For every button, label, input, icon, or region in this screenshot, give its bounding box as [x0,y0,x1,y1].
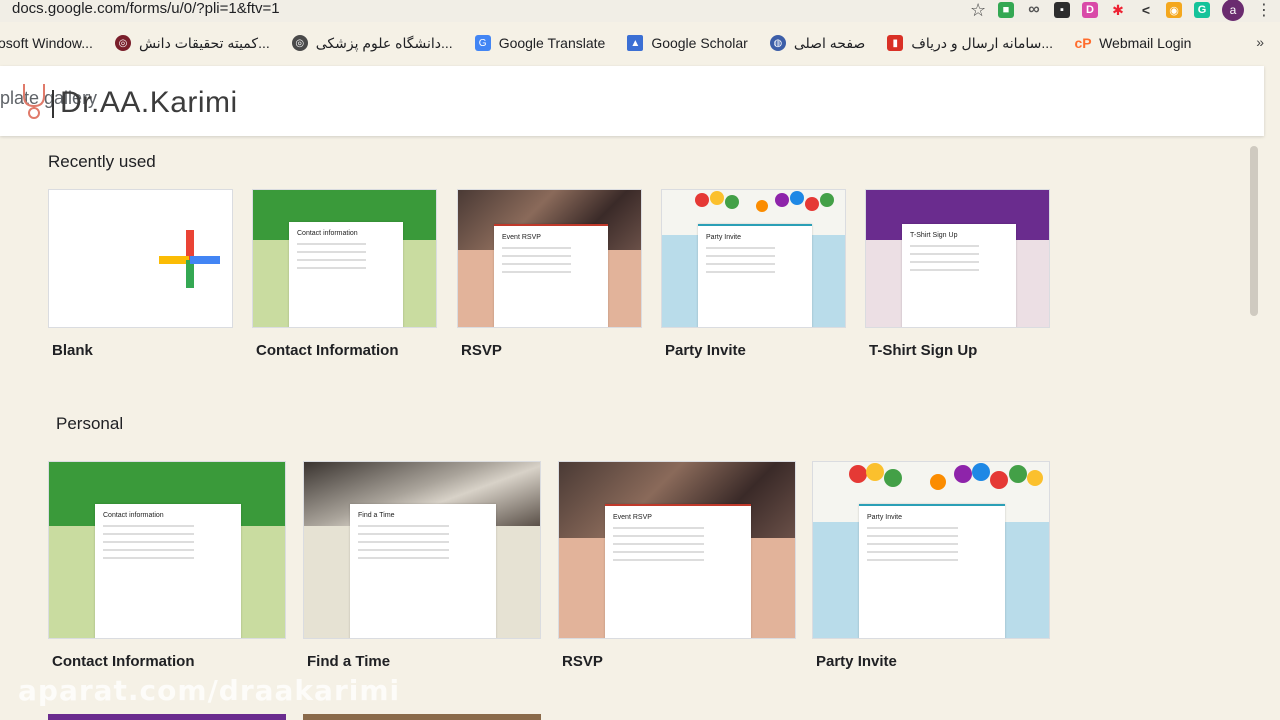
browser-menu-icon[interactable]: ⋮ [1256,0,1272,20]
globe-icon: ◍ [769,35,786,51]
bookmark-label: صفحه اصلی [793,34,866,51]
bookmarks-overflow-icon[interactable]: » [1256,34,1264,50]
header-divider [52,90,54,118]
bookmark-item[interactable]: G Google Translate [474,35,606,51]
chrome-extension-icon[interactable]: ◉ [1166,2,1182,18]
url-field[interactable]: docs.google.com/forms/u/0/?pli=1&ftv=1 [12,0,280,18]
template-label[interactable]: RSVP [461,342,502,359]
cpanel-icon: cP [1074,35,1092,51]
template-card-party-invite[interactable]: Party Invite [661,189,846,328]
form-preview: Find a Time [350,504,496,638]
infinity-extension-icon[interactable]: ∞ [1026,1,1042,18]
template-card-blank[interactable] [48,189,233,328]
form-preview: Party Invite [859,504,1005,638]
form-preview-title: Contact information [103,512,164,519]
bookmark-item[interactable]: ◍ صفحه اصلی [769,34,866,52]
browser-address-bar: docs.google.com/forms/u/0/?pli=1&ftv=1 ☆… [0,0,1280,22]
form-preview-title: Event RSVP [502,234,541,241]
profile-avatar[interactable]: a [1222,0,1244,21]
bookmark-item[interactable]: cP Webmail Login [1074,35,1192,51]
form-preview: Contact information [289,222,403,327]
form-preview: Event RSVP [494,224,608,327]
watermark-name: Dr.AA.Karimi [60,86,238,119]
form-preview-title: Party Invite [706,234,742,241]
section-title-recently-used: Recently used [48,152,156,171]
bookmark-item[interactable]: osoft Window... [0,35,93,51]
template-label[interactable]: T-Shirt Sign Up [869,342,977,359]
bookmark-item[interactable]: ◎ دانشگاه علوم پزشکی... [291,34,453,52]
form-preview-title: Contact information [297,230,358,237]
form-preview: Party Invite [698,224,812,327]
bookmarks-bar: osoft Window... ◎ کمیته تحقیقات دانش... … [0,31,1280,55]
google-scholar-icon: ▲ [627,35,644,51]
video-watermark: aparat.com/draakarimi [18,674,401,707]
google-translate-icon: G [474,35,491,51]
form-preview-title: Party Invite [867,514,903,521]
bookmark-label: کمیته تحقیقات دانش... [138,34,270,51]
browser-toolbar-icons: ☆ ■ ∞ ▪ D ✱ < ◉ G a ⋮ [970,0,1272,21]
form-preview-title: T-Shirt Sign Up [910,232,958,239]
bookmark-label: Webmail Login [1099,35,1192,51]
form-preview: Contact information [95,504,241,638]
template-card-rsvp[interactable]: Event RSVP [558,461,796,639]
bookmark-item[interactable]: ▲ Google Scholar [627,35,748,51]
form-preview: T-Shirt Sign Up [902,224,1016,327]
bookmark-label: Google Scholar [651,35,748,51]
extension-d-icon[interactable]: D [1082,2,1098,18]
bookmark-label: osoft Window... [0,35,93,51]
share-icon[interactable]: < [1138,2,1154,18]
template-label[interactable]: Party Invite [816,653,897,670]
form-preview-title: Find a Time [358,512,395,519]
stethoscope-logo-icon [23,84,45,119]
form-preview: Event RSVP [605,504,751,638]
grammarly-icon[interactable]: G [1194,2,1210,18]
forms-header: plate gallery Dr.AA.Karimi [0,66,1264,136]
university-logo-icon: ◎ [291,35,308,51]
template-card-find-a-time[interactable]: Find a Time [303,461,541,639]
template-card-peek[interactable] [303,714,541,720]
bookmark-red-icon: ▮ [887,35,904,51]
plus-icon [159,230,220,288]
template-card-contact-information[interactable]: Contact information [252,189,437,328]
template-card-rsvp[interactable]: Event RSVP [457,189,642,328]
template-label[interactable]: Find a Time [307,653,390,670]
slack-extension-icon[interactable]: ✱ [1110,2,1126,18]
extension-icon[interactable]: ▪ [1054,2,1070,18]
template-label[interactable]: Blank [52,342,93,359]
section-title-personal: Personal [56,414,124,433]
template-label[interactable]: RSVP [562,653,603,670]
form-preview-title: Event RSVP [613,514,652,521]
template-card-contact-information[interactable]: Contact information [48,461,286,639]
scrollbar[interactable] [1250,146,1258,316]
template-label[interactable]: Contact Information [256,342,399,359]
template-card-t-shirt-sign-up[interactable]: T-Shirt Sign Up [865,189,1050,328]
bookmark-star-icon[interactable]: ☆ [970,0,986,20]
template-label[interactable]: Contact Information [52,653,195,670]
template-card-peek[interactable] [48,714,286,720]
template-card-party-invite[interactable]: Party Invite [812,461,1050,639]
bookmark-label: دانشگاه علوم پزشکی... [315,34,453,51]
bookmark-item[interactable]: ▮ سامانه ارسال و دریاف... [887,35,1053,52]
extension-icon[interactable]: ■ [998,2,1014,18]
bookmark-item[interactable]: ◎ کمیته تحقیقات دانش... [114,34,270,52]
bookmark-label: سامانه ارسال و دریاف... [911,34,1054,51]
bookmark-label: Google Translate [498,35,606,51]
template-label[interactable]: Party Invite [665,342,746,359]
university-logo-icon: ◎ [114,35,131,51]
